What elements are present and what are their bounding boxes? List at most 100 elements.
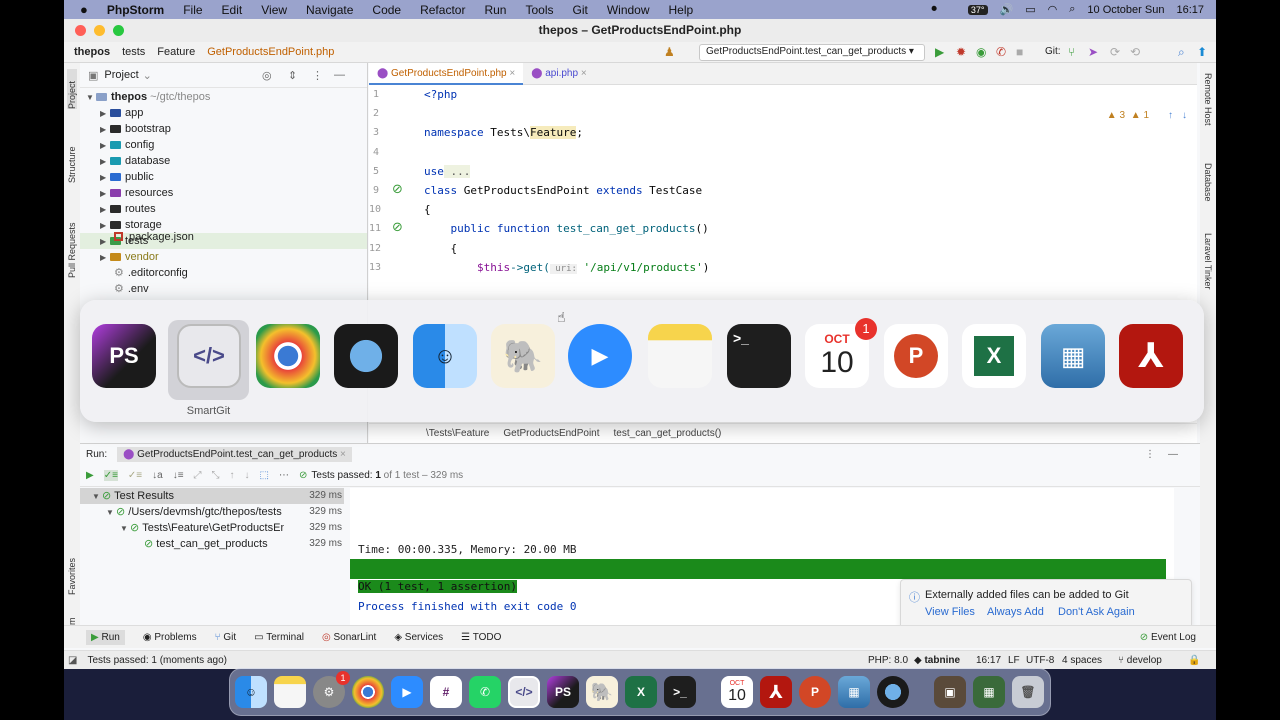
collapse-all-icon[interactable]: ⤡	[212, 470, 220, 481]
menu-edit[interactable]: Edit	[222, 3, 243, 17]
hide-icon[interactable]: —	[1168, 449, 1178, 460]
tool-project[interactable]: Project	[67, 69, 77, 109]
chevron-right-icon[interactable]: ▶	[100, 186, 110, 202]
tool-database[interactable]: Database	[1203, 163, 1213, 223]
ide-update-icon[interactable]: ⬆	[1197, 45, 1207, 59]
chevron-right-icon[interactable]: ▶	[100, 170, 110, 186]
php-version[interactable]: PHP: 8.0	[868, 655, 908, 666]
event-log-button[interactable]: ⊘ Event Log	[1140, 632, 1196, 643]
menu-code[interactable]: Code	[372, 3, 401, 17]
tree-item-dot-editorconfig[interactable]: ⚙ .editorconfig	[80, 265, 367, 281]
result-row[interactable]: ▼ ⊘ /Users/devmsh/gtc/thepos/tests 329 ms	[80, 504, 344, 520]
tree-item-public[interactable]: ▶ public	[80, 169, 367, 185]
menubar-time[interactable]: 16:17	[1176, 4, 1204, 16]
debug-icon[interactable]: ✹	[956, 45, 966, 59]
show-ignored-icon[interactable]: ✓≡	[128, 470, 142, 481]
test-passed-icon[interactable]: ⊘	[392, 219, 403, 235]
status-message[interactable]: Tests passed: 1 (moments ago)	[87, 655, 227, 666]
locate-icon[interactable]: ◎	[262, 69, 272, 82]
tool-tab-services[interactable]: ◈ Services	[394, 632, 443, 643]
tree-item-dot-env[interactable]: ⚙ .env	[80, 281, 367, 297]
hide-icon[interactable]: —	[334, 69, 345, 81]
sort-duration-icon[interactable]: ↓≡	[173, 470, 184, 481]
switcher-excel-icon[interactable]: X	[962, 324, 1026, 388]
close-icon[interactable]: ×	[340, 449, 346, 460]
tool-remote-host[interactable]: Remote Host	[1203, 73, 1213, 143]
stop-icon[interactable]: ■	[1016, 45, 1023, 59]
dock-quicktime-icon[interactable]	[877, 676, 909, 708]
battery-icon[interactable]: ▭	[1025, 3, 1035, 16]
rerun-icon[interactable]: ▶	[86, 470, 94, 481]
switcher-preview-icon[interactable]: ▦	[1041, 324, 1105, 388]
user-icon[interactable]: ♟	[664, 45, 675, 59]
chevron-down-icon[interactable]: ▼	[120, 521, 130, 536]
tree-item-vendor[interactable]: ▶ vendor	[80, 249, 367, 265]
switcher-zoom-icon[interactable]: ▶	[568, 324, 632, 388]
switcher-smartgit-icon[interactable]: </>	[177, 324, 241, 388]
menu-window[interactable]: Window	[607, 3, 650, 17]
previous-test-icon[interactable]: ↑	[230, 470, 235, 481]
tree-item-config[interactable]: ▶ config	[80, 137, 367, 153]
chevron-right-icon[interactable]: ▶	[100, 250, 110, 266]
nav-crumb-file[interactable]: GetProductsEndPoint.php	[207, 46, 334, 58]
export-icon[interactable]: ⬚	[260, 470, 269, 481]
switcher-notes-icon[interactable]	[648, 324, 712, 388]
close-icon[interactable]: ×	[509, 68, 515, 79]
tool-tab-terminal[interactable]: ▭ Terminal	[254, 632, 304, 643]
menu-view[interactable]: View	[261, 3, 287, 17]
menu-help[interactable]: Help	[669, 3, 694, 17]
chevron-down-icon[interactable]: ▼	[92, 489, 102, 505]
result-row[interactable]: ⊘ test_can_get_products 329 ms	[80, 536, 344, 552]
switcher-terminal-icon[interactable]: >_	[727, 324, 791, 388]
git-history-icon[interactable]: ⟳	[1110, 45, 1120, 59]
menubar-date[interactable]: 10 October Sun	[1087, 4, 1164, 16]
tool-laravel-tinker[interactable]: Laravel Tinker	[1203, 233, 1213, 303]
switcher-acrobat-icon[interactable]: ⅄	[1119, 324, 1183, 388]
menu-tools[interactable]: Tools	[525, 3, 553, 17]
chevron-right-icon[interactable]: ▶	[100, 138, 110, 154]
lock-icon[interactable]: 🔒	[1188, 655, 1200, 666]
dock-system-preferences-icon[interactable]: ⚙ 1	[313, 671, 350, 708]
git-branch[interactable]: ⑂ develop	[1118, 655, 1162, 666]
chevron-down-icon[interactable]: ⌄	[143, 69, 152, 82]
record-icon[interactable]: ⏺	[931, 3, 937, 16]
show-passed-icon[interactable]: ✓≡	[103, 469, 118, 481]
run-configuration-select[interactable]: GetProductsEndPoint.test_can_get_product…	[699, 44, 925, 61]
dock-notes-icon[interactable]	[274, 676, 306, 708]
tree-item-app[interactable]: ▶ app	[80, 105, 367, 121]
dock-window-thumbnail[interactable]: ▣	[934, 676, 966, 708]
menu-navigate[interactable]: Navigate	[306, 3, 353, 17]
more-icon[interactable]: ⋯	[279, 470, 289, 481]
close-icon[interactable]: ×	[581, 68, 587, 79]
switcher-quicktime-icon[interactable]	[334, 324, 398, 388]
spotlight-icon[interactable]: ⌕	[1069, 3, 1075, 16]
switcher-powerpoint-icon[interactable]: P	[884, 324, 948, 388]
tool-tab-run[interactable]: ▶ Run	[86, 629, 125, 645]
dock-powerpoint-icon[interactable]: P	[799, 676, 831, 708]
switcher-calendar-icon[interactable]: OCT 10 1	[805, 318, 877, 388]
dock-excel-icon[interactable]: X	[625, 676, 657, 708]
dock-terminal-icon[interactable]: >_	[664, 676, 696, 708]
nav-crumb-tests[interactable]: tests	[122, 46, 145, 58]
indent-setting[interactable]: 4 spaces	[1062, 655, 1102, 666]
layout-icon[interactable]: ◪	[68, 655, 77, 666]
tree-item-package-json[interactable]: package.json	[80, 229, 367, 245]
search-icon[interactable]: ⌕	[1178, 45, 1185, 60]
code-content[interactable]: <?php namespace Tests\Feature; use ... c…	[424, 85, 1187, 277]
project-title[interactable]: Project	[104, 69, 138, 81]
dock-phpstorm-icon[interactable]: PS	[547, 676, 579, 708]
switcher-finder-icon[interactable]: ☺	[413, 324, 477, 388]
tree-item-routes[interactable]: ▶ routes	[80, 201, 367, 217]
git-rollback-icon[interactable]: ⟲	[1130, 45, 1140, 59]
nav-crumb-feature[interactable]: Feature	[157, 46, 195, 58]
coverage-icon[interactable]: ◉	[976, 45, 986, 59]
options-icon[interactable]: ⋮	[1145, 449, 1155, 460]
caret-position[interactable]: 16:17	[976, 655, 1001, 666]
profile-icon[interactable]: ✆	[996, 45, 1006, 59]
dock-preview-icon[interactable]: ▦	[838, 676, 870, 708]
tool-tab-git[interactable]: ⑂ Git	[215, 632, 237, 643]
sort-alpha-icon[interactable]: ↓a	[152, 470, 163, 481]
chevron-right-icon[interactable]: ▶	[100, 202, 110, 218]
crumb-method[interactable]: test_can_get_products()	[614, 428, 722, 439]
tree-root[interactable]: ▼ thepos ~/gtc/thepos	[80, 89, 367, 105]
